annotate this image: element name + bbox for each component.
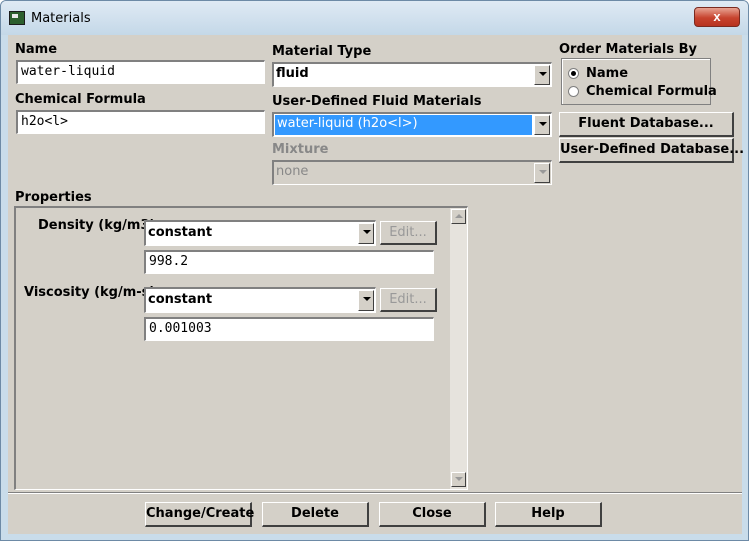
- viscosity-value-input[interactable]: 0.001003: [144, 317, 434, 341]
- chevron-down-icon[interactable]: [358, 290, 374, 311]
- density-method-dropdown[interactable]: constant: [144, 220, 376, 246]
- density-edit-button: Edit...: [380, 221, 437, 245]
- mixture-value: none: [276, 164, 309, 179]
- chemical-formula-input[interactable]: h2o<l>: [16, 110, 265, 134]
- viscosity-method-dropdown[interactable]: constant: [144, 287, 376, 313]
- chevron-down-icon[interactable]: [534, 115, 550, 135]
- viscosity-label: Viscosity (kg/m-s): [24, 285, 156, 300]
- mixture-dropdown: none: [272, 160, 552, 185]
- name-label: Name: [15, 42, 58, 57]
- chevron-down-icon[interactable]: [358, 223, 374, 244]
- fluent-app-icon: [9, 11, 25, 25]
- order-by-formula-radio[interactable]: [568, 86, 579, 97]
- chevron-down-icon[interactable]: [534, 65, 550, 85]
- properties-panel: Density (kg/m3) constant Edit... 998.2 V…: [14, 206, 468, 490]
- order-by-name-label[interactable]: Name: [586, 66, 628, 81]
- chevron-down-icon: [534, 163, 550, 183]
- materials-window: Materials x Name water-liquid Chemical F…: [0, 0, 749, 541]
- window-title: Materials: [31, 11, 91, 26]
- density-label: Density (kg/m3): [38, 218, 156, 233]
- user-defined-materials-dropdown[interactable]: water-liquid (h2o<l>): [272, 112, 552, 137]
- material-type-value: fluid: [276, 66, 309, 81]
- density-value-input[interactable]: 998.2: [144, 250, 434, 274]
- title-bar[interactable]: Materials x: [1, 1, 748, 35]
- scroll-down-icon[interactable]: [451, 472, 466, 487]
- close-window-button[interactable]: x: [694, 7, 740, 27]
- dialog-body: Name water-liquid Chemical Formula h2o<l…: [8, 35, 744, 534]
- mixture-label: Mixture: [272, 142, 329, 157]
- material-type-label: Material Type: [272, 44, 372, 59]
- order-by-formula-label[interactable]: Chemical Formula: [586, 84, 717, 99]
- change-create-button[interactable]: Change/Create: [145, 502, 254, 527]
- user-defined-materials-label: User-Defined Fluid Materials: [272, 94, 482, 109]
- user-defined-materials-value: water-liquid (h2o<l>): [275, 115, 532, 135]
- footer-separator: [8, 492, 742, 494]
- user-defined-database-button[interactable]: User-Defined Database...: [559, 138, 744, 163]
- fluent-database-button[interactable]: Fluent Database...: [559, 112, 734, 137]
- properties-label: Properties: [15, 190, 92, 205]
- order-materials-label: Order Materials By: [559, 42, 698, 57]
- viscosity-edit-button: Edit...: [380, 288, 437, 312]
- close-button[interactable]: Close: [379, 502, 486, 527]
- density-method-value: constant: [148, 225, 213, 240]
- chemical-formula-label: Chemical Formula: [15, 92, 146, 107]
- scroll-up-icon[interactable]: [451, 209, 466, 224]
- close-icon: x: [713, 9, 721, 24]
- properties-scrollbar[interactable]: [450, 208, 467, 489]
- order-by-name-radio[interactable]: [568, 68, 579, 79]
- help-button[interactable]: Help: [495, 502, 602, 527]
- viscosity-method-value: constant: [148, 292, 213, 307]
- material-type-dropdown[interactable]: fluid: [272, 62, 552, 87]
- delete-button[interactable]: Delete: [262, 502, 369, 527]
- name-input[interactable]: water-liquid: [16, 60, 265, 84]
